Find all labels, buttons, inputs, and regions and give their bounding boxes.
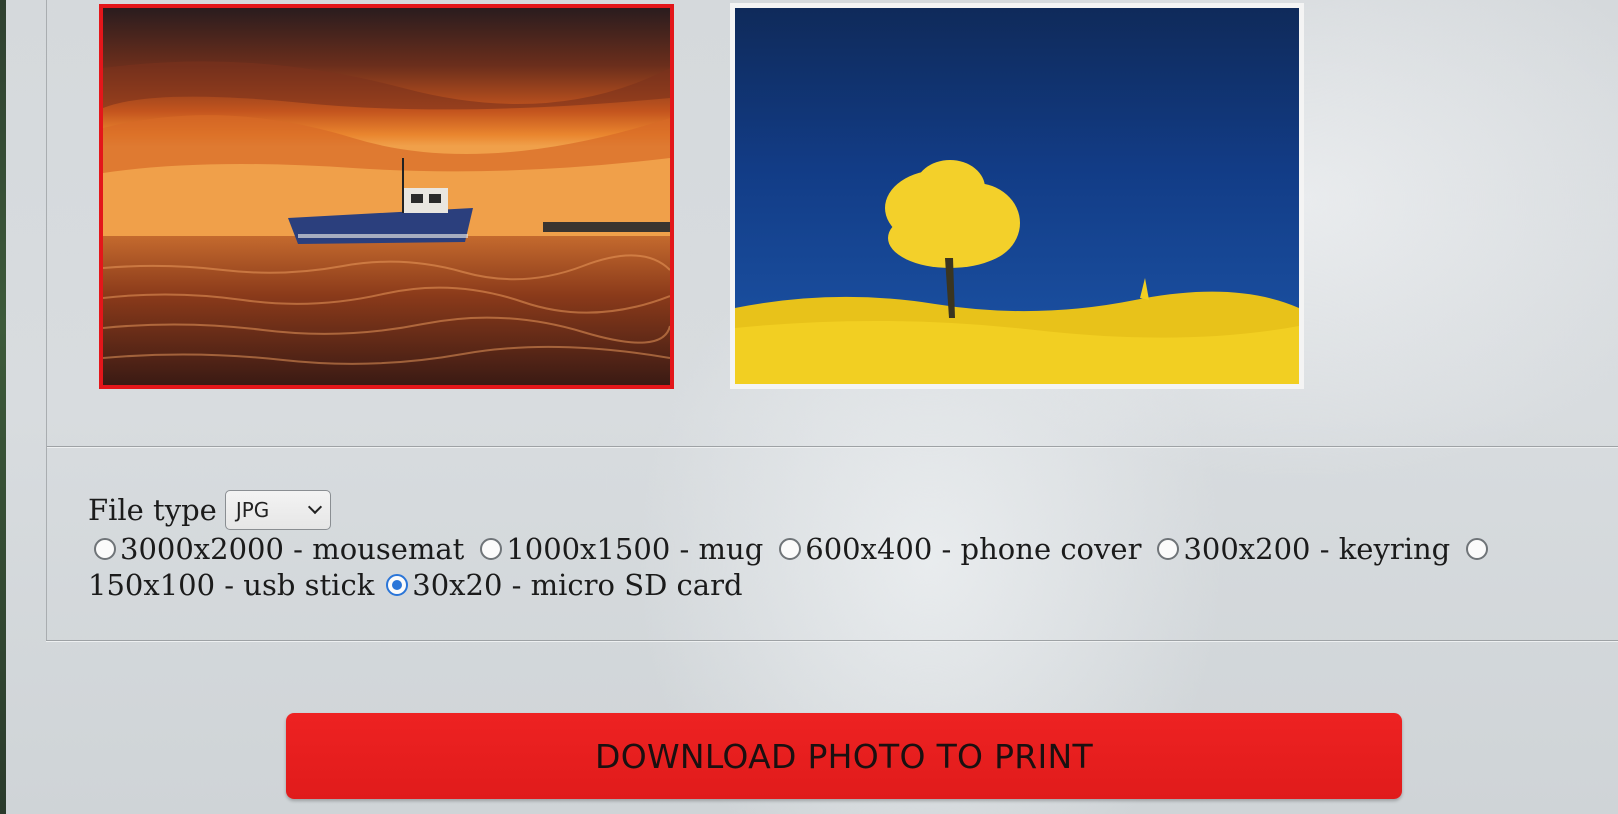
size-options-line-2: 150x100 - usb stick 30x20 - micro SD car… (88, 567, 1588, 603)
file-type-row: File type JPG (88, 489, 1588, 531)
size-radio-mug[interactable] (480, 538, 503, 560)
print-options: File type JPG 3000x2000 - mousemat 1000x… (88, 489, 1588, 603)
size-radio-phone-cover[interactable] (779, 538, 802, 560)
size-radio-micro-sd[interactable] (386, 574, 409, 596)
file-type-label: File type (88, 493, 217, 527)
sunset-boat-photo[interactable] (99, 4, 674, 389)
size-label-usb-stick: 150x100 - usb stick (88, 568, 375, 602)
size-radio-usb-stick[interactable] (1466, 538, 1489, 560)
file-type-value: JPG (235, 498, 270, 522)
window-edge (0, 0, 6, 814)
yellow-tree-photo[interactable] (730, 3, 1304, 389)
size-label-mousemat: 3000x2000 - mousemat (120, 532, 465, 566)
sunset-boat-image (103, 8, 670, 385)
download-photo-button[interactable]: DOWNLOAD PHOTO TO PRINT (286, 713, 1402, 799)
section-divider-bottom (46, 640, 1618, 642)
yellow-tree-image (735, 8, 1299, 384)
size-radio-mousemat[interactable] (94, 538, 116, 560)
chevron-down-icon (307, 499, 322, 515)
size-options-line-1: 3000x2000 - mousemat 1000x1500 - mug 600… (88, 531, 1588, 567)
size-radio-keyring[interactable] (1157, 538, 1180, 560)
file-type-select[interactable]: JPG (224, 490, 331, 530)
size-label-micro-sd: 30x20 - micro SD card (412, 568, 743, 602)
size-label-keyring: 300x200 - keyring (1183, 532, 1451, 566)
size-label-mug: 1000x1500 - mug (506, 532, 764, 566)
size-label-phone-cover: 600x400 - phone cover (805, 532, 1142, 566)
